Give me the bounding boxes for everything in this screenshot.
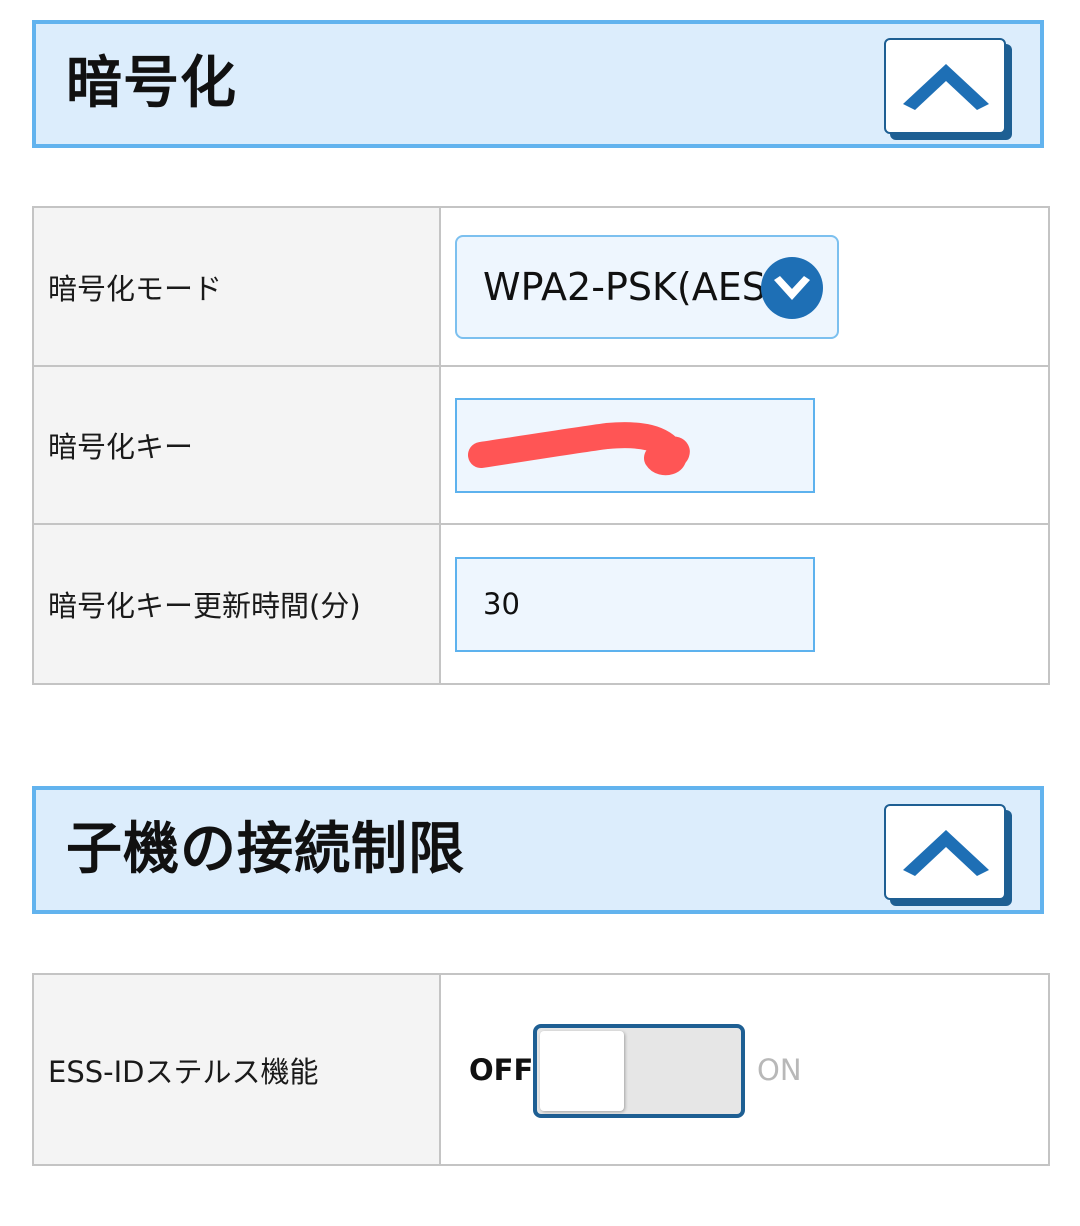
rekey-interval-cell: 30 — [439, 523, 1050, 685]
table-row: 暗号化キー — [32, 365, 1050, 525]
ess-id-stealth-toggle-group: OFF ON — [455, 1020, 1048, 1120]
encryption-key-cell — [439, 365, 1050, 525]
client-restriction-section-title: 子機の接続制限 — [66, 817, 465, 882]
encryption-collapse-button[interactable] — [884, 38, 1006, 134]
rekey-interval-input[interactable]: 30 — [455, 556, 815, 652]
encryption-key-input[interactable] — [455, 397, 815, 493]
encryption-mode-cell: WPA2-PSK(AES) — [439, 206, 1050, 367]
client-restriction-collapse-button[interactable] — [884, 804, 1006, 900]
encryption-mode-label: 暗号化モード — [32, 206, 441, 367]
chevron-up-icon — [903, 64, 989, 110]
toggle-on-label: ON — [757, 1052, 802, 1087]
encryption-key-label: 暗号化キー — [32, 365, 441, 525]
encryption-mode-value: WPA2-PSK(AES) — [483, 264, 781, 309]
encryption-mode-select[interactable]: WPA2-PSK(AES) — [455, 234, 839, 339]
client-restriction-settings-table: ESS-IDステルス機能 OFF ON — [32, 973, 1050, 1166]
encryption-settings-table: 暗号化モード WPA2-PSK(AES) 暗号化キー 暗号化キー更新時間(分) — [32, 206, 1050, 685]
chevron-down-icon — [761, 256, 823, 319]
toggle-knob[interactable] — [540, 1030, 624, 1111]
toggle-off-label: OFF — [469, 1052, 534, 1087]
encryption-section-title: 暗号化 — [66, 51, 237, 116]
table-row: ESS-IDステルス機能 OFF ON — [32, 973, 1050, 1166]
rekey-interval-label: 暗号化キー更新時間(分) — [32, 523, 441, 685]
rekey-interval-value: 30 — [483, 586, 520, 621]
redaction-mark — [468, 421, 690, 475]
encryption-section-header: 暗号化 — [32, 20, 1044, 148]
ess-id-stealth-toggle[interactable] — [533, 1023, 745, 1118]
table-row: 暗号化モード WPA2-PSK(AES) — [32, 206, 1050, 367]
ess-id-stealth-label: ESS-IDステルス機能 — [32, 973, 441, 1166]
table-row: 暗号化キー更新時間(分) 30 — [32, 523, 1050, 685]
chevron-up-icon — [903, 830, 989, 876]
ess-id-stealth-cell: OFF ON — [439, 973, 1050, 1166]
client-restriction-section-header: 子機の接続制限 — [32, 786, 1044, 914]
